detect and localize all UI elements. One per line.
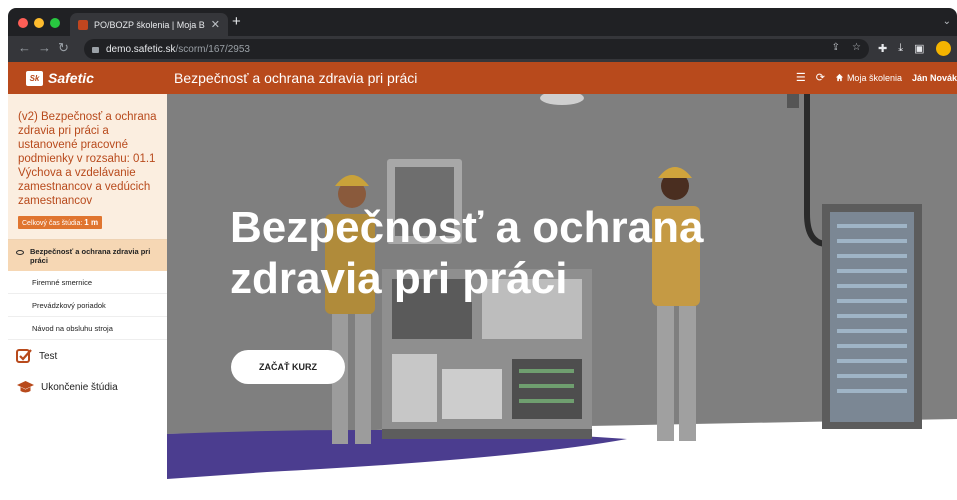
course-info: (v2) Bezpečnosť a ochrana zdravia pri pr… [8,94,167,239]
logo-badge: Sk [26,70,43,86]
sidebar-item-active[interactable]: Bezpečnosť a ochrana zdravia pri práci [8,239,167,271]
my-trainings-label: Moja školenia [846,72,902,83]
browser-tab[interactable]: PO/BOZP školenia | Moja BOZP ✕ [70,13,228,36]
menu-icon[interactable]: ☰ [796,71,806,84]
refresh-icon[interactable]: ⟳ [816,71,825,84]
eye-icon [16,250,24,255]
study-time-value: 1 m [84,218,99,227]
minimize-window-icon[interactable] [34,18,44,28]
lock-icon [92,47,99,53]
tab-search-icon[interactable]: ⌄ [943,16,951,27]
hero-banner: Bezpečnosť a ochrana zdravia pri práci Z… [167,94,957,500]
user-name[interactable]: Ján Novák [912,73,957,83]
header-actions: ☰ ⟳ Moja školenia Ján Novák [796,71,957,84]
course-title: Bezpečnosť a ochrana zdravia pri práci [174,70,418,86]
my-trainings-link[interactable]: Moja školenia [835,73,902,83]
safetic-logo[interactable]: Sk Safetic [26,70,94,86]
tab-title: PO/BOZP školenia | Moja BOZP [94,19,205,30]
hero-title-line1: Bezpečnosť a ochrana [230,203,704,252]
sidebar-item-finish[interactable]: Ukončenie štúdia [8,372,167,402]
download-icon[interactable]: ⤓ [898,42,903,55]
bookmark-star-icon[interactable]: ☆ [852,42,861,53]
maximize-window-icon[interactable] [50,18,60,28]
address-bar[interactable]: demo.safetic.sk/scorm/167/2953 ⇪ ☆ [84,39,869,59]
sidebar-item-firemne-smernice[interactable]: Firemné smernice [8,271,167,294]
browser-tab-bar: PO/BOZP školenia | Moja BOZP ✕ + ⌄ [8,8,957,36]
course-sidebar: (v2) Bezpečnosť a ochrana zdravia pri pr… [8,94,167,500]
safetic-favicon-icon [78,19,88,30]
study-time-label: Celkový čas štúdia: [22,220,83,227]
checkbox-icon [16,349,32,363]
home-icon [835,73,844,82]
omnibox-actions: ⇪ ☆ [832,42,861,53]
sidebar-item-navod-na-obsluhu[interactable]: Návod na obsluhu stroja [8,317,167,340]
hero-title-line2: zdravia pri práci [230,254,568,303]
share-icon[interactable]: ⇪ [832,42,840,53]
tab-close-icon[interactable]: ✕ [211,18,220,31]
url-path: /scorm/167/2953 [175,43,250,55]
graduation-cap-icon [17,381,34,393]
close-window-icon[interactable] [18,18,28,28]
browser-extensions: ✚ ⤓ ▣ ⋮ [878,41,957,56]
sidebar-item-active-label: Bezpečnosť a ochrana zdravia pri práci [30,247,151,265]
test-label: Test [39,350,58,362]
browser-toolbar: ← → ↻ demo.safetic.sk/scorm/167/2953 ⇪ ☆… [8,36,957,62]
reload-icon[interactable]: ↻ [58,41,69,55]
back-icon[interactable]: ← [18,41,31,55]
logo-text: Safetic [48,70,94,86]
sidebar-item-test[interactable]: Test [8,340,167,372]
start-course-button[interactable]: ZAČAŤ KURZ [231,350,345,384]
hero-title: Bezpečnosť a ochrana zdravia pri práci [230,202,703,304]
new-tab-button[interactable]: + [232,14,241,29]
sidebar-item-prevadzkovy-poriadok[interactable]: Prevádzkový poriadok [8,294,167,317]
profile-avatar[interactable] [935,41,951,56]
url-host: demo.safetic.sk [106,43,176,55]
finish-label: Ukončenie štúdia [41,381,118,393]
forward-icon[interactable]: → [38,41,51,55]
course-name: (v2) Bezpečnosť a ochrana zdravia pri pr… [18,111,157,207]
extensions-puzzle-icon[interactable]: ✚ [878,42,887,55]
app-header: Sk Safetic Bezpečnosť a ochrana zdravia … [8,62,957,94]
side-panel-icon[interactable]: ▣ [914,42,924,55]
url-text: demo.safetic.sk/scorm/167/2953 [106,44,250,55]
study-time-badge: Celkový čas štúdia: 1 m [18,216,103,229]
